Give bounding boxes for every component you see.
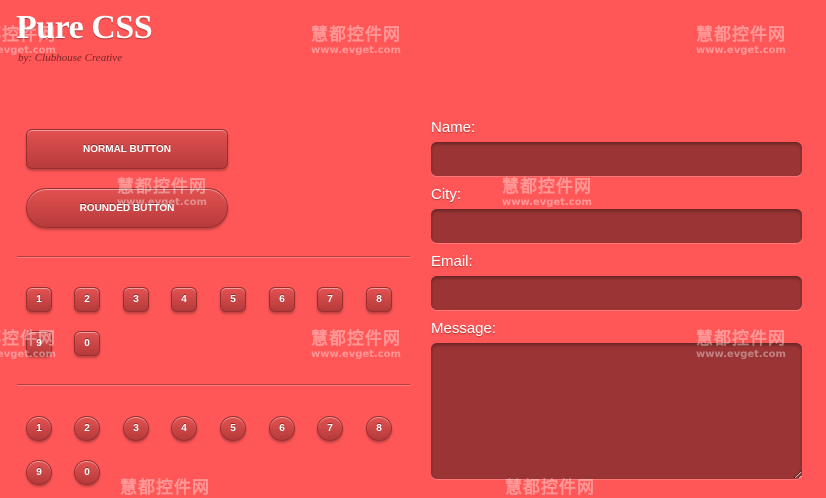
watermark: 慧都控件网www.evget.com — [502, 177, 592, 208]
watermark: 慧都控件网 — [505, 478, 595, 498]
round-number-button-9[interactable]: 9 — [26, 460, 52, 485]
watermark: 慧都控件网www.evget.com — [311, 329, 401, 360]
name-label: Name: — [431, 119, 476, 136]
email-input[interactable] — [431, 276, 802, 310]
watermark: 慧都控件网 — [120, 478, 210, 498]
number-button-3[interactable]: 3 — [123, 287, 149, 312]
number-button-8[interactable]: 8 — [366, 287, 392, 312]
normal-button[interactable]: NORMAL BUTTON — [26, 129, 228, 169]
city-input[interactable] — [431, 209, 802, 243]
divider — [17, 256, 410, 258]
name-input[interactable] — [431, 142, 802, 176]
round-number-button-4[interactable]: 4 — [171, 416, 197, 441]
round-number-button-6[interactable]: 6 — [269, 416, 295, 441]
number-button-1[interactable]: 1 — [26, 287, 52, 312]
round-number-button-5[interactable]: 5 — [220, 416, 246, 441]
rounded-button[interactable]: ROUNDED BUTTON — [26, 188, 228, 228]
number-button-5[interactable]: 5 — [220, 287, 246, 312]
divider — [17, 384, 410, 386]
number-button-7[interactable]: 7 — [317, 287, 343, 312]
watermark: 慧都控件网www.evget.com — [311, 25, 401, 56]
message-textarea[interactable] — [431, 343, 802, 479]
header: Pure CSS by: Clubhouse Creative — [16, 8, 153, 64]
round-number-button-3[interactable]: 3 — [123, 416, 149, 441]
round-number-button-2[interactable]: 2 — [74, 416, 100, 441]
email-label: Email: — [431, 253, 473, 270]
round-number-button-8[interactable]: 8 — [366, 416, 392, 441]
number-button-0[interactable]: 0 — [74, 331, 100, 356]
round-number-button-0[interactable]: 0 — [74, 460, 100, 485]
number-button-9[interactable]: 9 — [26, 331, 52, 356]
watermark: 慧都控件网www.evget.com — [696, 25, 786, 56]
round-number-button-7[interactable]: 7 — [317, 416, 343, 441]
number-button-2[interactable]: 2 — [74, 287, 100, 312]
message-label: Message: — [431, 320, 497, 337]
byline: by: Clubhouse Creative — [18, 52, 123, 64]
city-label: City: — [431, 186, 461, 203]
number-button-4[interactable]: 4 — [171, 287, 197, 312]
number-button-6[interactable]: 6 — [269, 287, 295, 312]
page-title: Pure CSS — [16, 9, 153, 46]
round-number-button-1[interactable]: 1 — [26, 416, 52, 441]
